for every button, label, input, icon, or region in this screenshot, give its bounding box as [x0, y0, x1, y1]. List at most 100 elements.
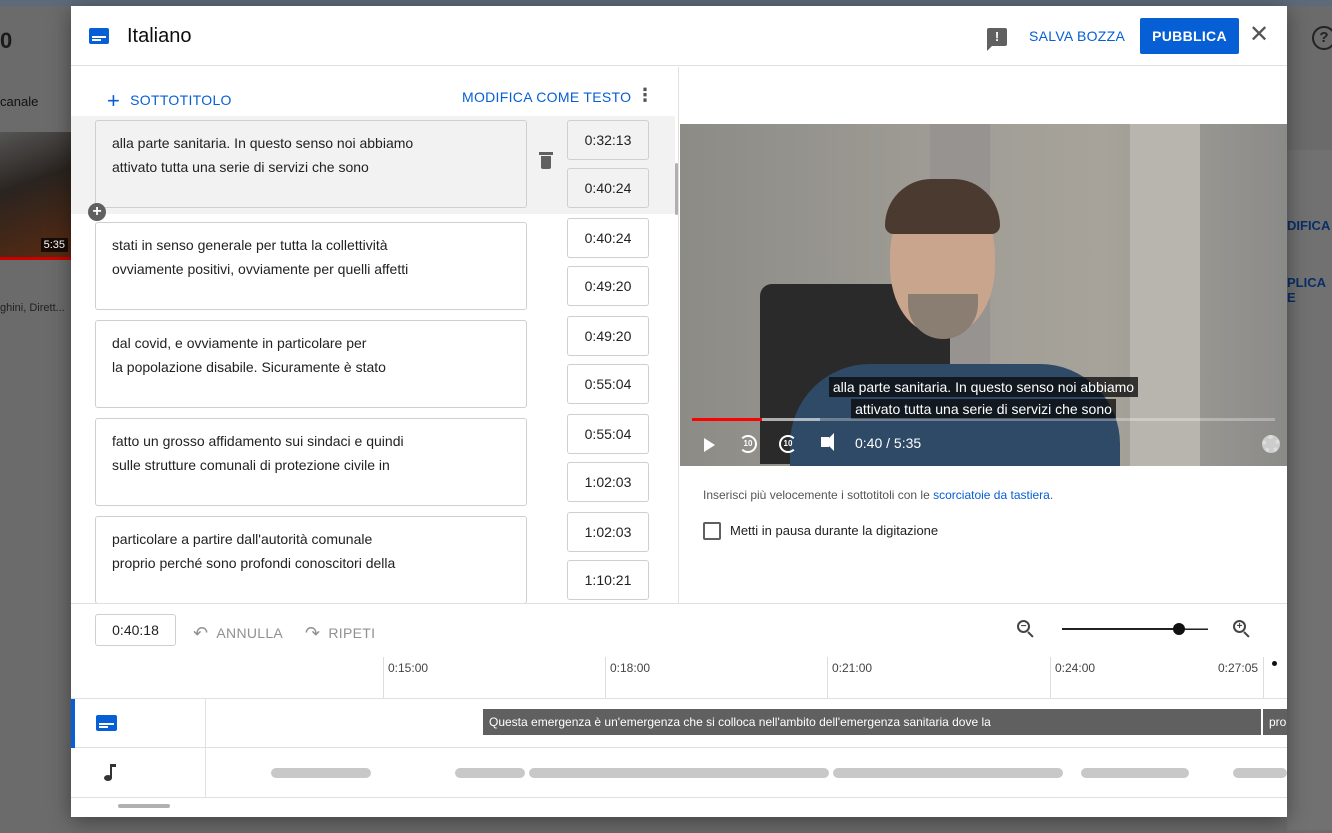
edit-as-text-button[interactable]: MODIFICA COME TESTO [462, 89, 631, 105]
cue-line: fatto un grosso affidamento sui sindaci … [112, 433, 404, 449]
cue-text-field[interactable]: stati in senso generale per tutta la col… [95, 222, 527, 310]
cue-text-field[interactable]: particolare a partire dall'autorità comu… [95, 516, 527, 604]
forward-10-icon[interactable]: 10 [779, 435, 797, 453]
subtitle-block[interactable]: Questa emergenza è un'emergenza che si c… [483, 709, 1261, 735]
keyboard-shortcuts-hint: Inserisci più velocemente i sottotitoli … [703, 488, 1053, 502]
zoom-out-icon[interactable]: − [1017, 620, 1035, 638]
video-caption-text: attivato tutta una serie di servizi che … [851, 399, 1116, 419]
ruler-label: 0:15:00 [388, 661, 429, 675]
subtitle-block[interactable]: pro [1263, 709, 1287, 735]
zoom-in-handle [1243, 631, 1250, 638]
cue-start-time[interactable]: 0:32:13 [567, 120, 649, 160]
background-video-thumbnail: 5:35 [0, 132, 71, 260]
cue-line: la popolazione disabile. Sicuramente è s… [112, 359, 386, 375]
subtitle-track: Questa emergenza è un'emergenza che si c… [71, 698, 1287, 748]
undo-icon: ↶ [193, 623, 209, 643]
redo-button[interactable]: ↷ RIPETI [305, 622, 375, 643]
selected-track-marker [71, 699, 75, 748]
dialog-title: Italiano [127, 25, 192, 47]
cue-line: proprio perché sono profondi conoscitori… [112, 555, 396, 571]
undo-label: ANNULLA [216, 625, 284, 641]
background-names-snippet: ghini, Dirett... [0, 302, 65, 314]
current-time-field[interactable]: 0:40:18 [95, 614, 176, 646]
zoom-out-handle [1027, 631, 1034, 638]
note-flag [110, 764, 116, 767]
pause-while-typing-checkbox[interactable] [703, 522, 721, 540]
background-count: 0 [0, 28, 13, 53]
keyboard-shortcuts-link[interactable]: scorciatoie da tastiera [933, 488, 1050, 502]
add-subtitle-button[interactable]: + SOTTOTITOLO [107, 85, 232, 113]
help-icon[interactable]: ? [1312, 26, 1332, 50]
ruler-tick [827, 657, 828, 699]
background-thumbnail-progress [0, 257, 71, 260]
subtitle-editor-dialog: Italiano ! SALVA BOZZA PUBBLICA ✕ + SOTTO… [71, 6, 1287, 817]
redo-icon: ↷ [305, 623, 321, 643]
cue-start-time[interactable]: 0:49:20 [567, 316, 649, 356]
subtitles-icon [89, 28, 109, 44]
undo-button[interactable]: ↶ ANNULLA [193, 622, 283, 643]
cue-end-time[interactable]: 0:40:24 [567, 168, 649, 208]
video-caption-line: attivato tutta una serie di servizi che … [680, 399, 1287, 419]
background-edit-link: DIFICA [1287, 218, 1331, 233]
cue-end-time[interactable]: 0:49:20 [567, 266, 649, 306]
video-played-bar [692, 418, 762, 421]
cue-start-time[interactable]: 0:55:04 [567, 414, 649, 454]
video-caption-text: alla parte sanitaria. In questo senso no… [828, 377, 1139, 397]
video-player[interactable]: alla parte sanitaria. In questo senso no… [680, 124, 1287, 466]
cue-start-time[interactable]: 0:40:24 [567, 218, 649, 258]
background-channel-label: canale [0, 94, 39, 109]
insert-cue-icon[interactable]: + [88, 203, 106, 221]
ruler-label: 0:21:00 [832, 661, 873, 675]
cue-line: ovviamente positivi, ovviamente per quel… [112, 261, 409, 277]
volume-icon[interactable] [821, 433, 834, 451]
cue-end-time[interactable]: 1:10:21 [567, 560, 649, 600]
cue-row: alla parte sanitaria. In questo senso no… [71, 116, 675, 214]
cue-row: dal covid, e ovviamente in particolare p… [71, 316, 675, 414]
add-subtitle-label: SOTTOTITOLO [130, 92, 232, 108]
dialog-header: Italiano ! SALVA BOZZA PUBBLICA ✕ [71, 6, 1287, 66]
close-icon[interactable]: ✕ [1247, 23, 1271, 48]
more-options-icon[interactable]: ⋮ [636, 86, 654, 105]
cue-end-time[interactable]: 0:55:04 [567, 364, 649, 404]
play-icon[interactable] [704, 438, 715, 452]
cue-text-field[interactable]: fatto un grosso affidamento sui sindaci … [95, 418, 527, 506]
cue-row: stati in senso generale per tutta la col… [71, 218, 675, 316]
cue-list-scrollbar[interactable] [675, 163, 678, 215]
hint-end: . [1049, 488, 1054, 502]
note-head [104, 775, 112, 781]
ruler-tick [605, 657, 606, 699]
plus-icon: + [107, 88, 121, 113]
ruler-label: 0:18:00 [610, 661, 651, 675]
background-video-duration: 5:35 [40, 238, 68, 252]
audio-waveform [529, 768, 829, 778]
timeline-panel: 0:40:18 ↶ ANNULLA ↷ RIPETI − + 0:15:00 0:1… [71, 603, 1287, 817]
zoom-slider-thumb[interactable] [1172, 623, 1185, 635]
publish-button[interactable]: PUBBLICA [1140, 18, 1239, 54]
timeline-scrollbar[interactable] [118, 804, 170, 808]
delete-icon[interactable] [539, 152, 553, 170]
subtitles-icon [96, 715, 117, 731]
cue-start-time[interactable]: 1:02:03 [567, 512, 649, 552]
audio-track [71, 748, 1287, 798]
background-right-panel [1287, 150, 1332, 830]
cue-toolbar: + SOTTOTITOLO MODIFICA COME TESTO ⋮ [71, 67, 678, 119]
cue-line: alla parte sanitaria. In questo senso no… [112, 135, 414, 151]
zoom-in-icon[interactable]: + [1233, 620, 1251, 638]
cue-line: attivato tutta una serie di servizi che … [112, 159, 369, 175]
rewind-10-icon[interactable]: 10 [739, 435, 757, 453]
ruler-label: 0:24:00 [1055, 661, 1096, 675]
cue-end-time[interactable]: 1:02:03 [567, 462, 649, 502]
ruler-tick [383, 657, 384, 699]
music-note-icon [103, 764, 116, 782]
cue-text-field[interactable]: alla parte sanitaria. In questo senso no… [95, 120, 527, 208]
feedback-icon[interactable]: ! [987, 28, 1007, 51]
video-time-display: 0:40 / 5:35 [855, 435, 922, 451]
ruler-tick [1050, 657, 1051, 699]
video-progress-bar[interactable] [692, 418, 1275, 421]
cue-text-field[interactable]: dal covid, e ovviamente in particolare p… [95, 320, 527, 408]
save-draft-button[interactable]: SALVA BOZZA [1019, 21, 1135, 51]
playhead-marker[interactable] [1272, 661, 1277, 666]
hint-text: Inserisci più velocemente i sottotitoli … [703, 488, 934, 502]
audio-waveform [833, 768, 1063, 778]
gear-icon[interactable] [1262, 435, 1280, 453]
